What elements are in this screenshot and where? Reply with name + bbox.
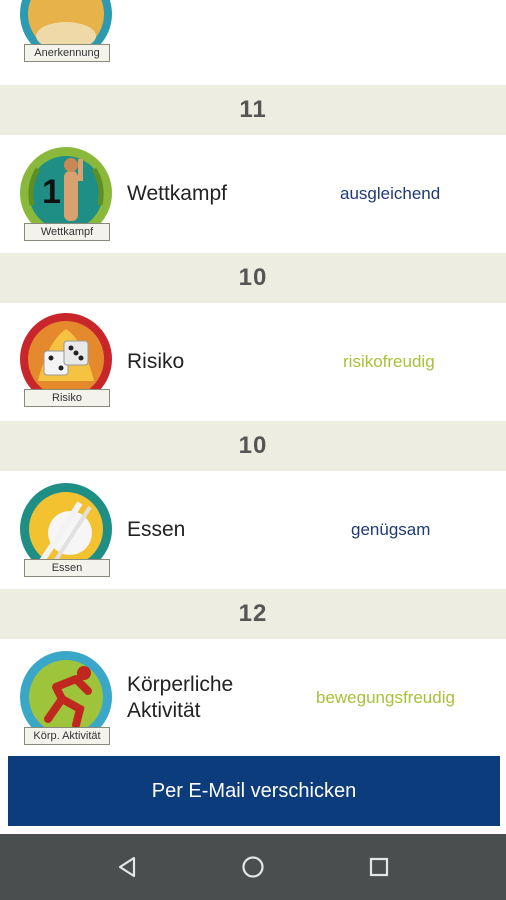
badge-anerkennung-icon: Anerkennung bbox=[18, 0, 114, 62]
badge-risiko-icon: Risiko bbox=[18, 311, 114, 407]
rating-value: bewegungsfreudig bbox=[316, 688, 455, 707]
list-item[interactable]: Körp. Aktivität Körperliche Aktivität be… bbox=[0, 639, 506, 757]
category-title: Körperliche Aktivität bbox=[127, 672, 233, 724]
category-title-line1: Körperliche bbox=[127, 673, 234, 696]
list-item[interactable]: 1 Wettkampf Wettkampf ausgleichend bbox=[0, 135, 506, 253]
category-title: Wettkampf bbox=[127, 182, 227, 205]
score-header: 11 bbox=[0, 85, 506, 135]
badge-label: Anerkennung bbox=[24, 44, 110, 62]
recents-icon[interactable] bbox=[364, 852, 394, 882]
category-title-line2: Aktivität bbox=[127, 699, 201, 722]
list-item[interactable]: Essen Essen genügsam bbox=[0, 471, 506, 589]
rating-value: ausgleichend bbox=[340, 184, 441, 203]
badge-label: Wettkampf bbox=[24, 223, 110, 241]
score-header: 12 bbox=[0, 589, 506, 639]
badge-wettkampf-icon: 1 Wettkampf bbox=[18, 145, 114, 241]
results-list: Anerkennung 11 1 Wettkampf Wettkampf aus… bbox=[0, 0, 506, 834]
badge-koerperliche-aktivitaet-icon: Körp. Aktivität bbox=[18, 649, 114, 745]
svg-text:1: 1 bbox=[42, 173, 61, 211]
score-header: 10 bbox=[0, 253, 506, 303]
category-title: Risiko bbox=[127, 350, 185, 373]
system-navbar bbox=[0, 834, 506, 900]
badge-label: Körp. Aktivität bbox=[24, 727, 110, 745]
badge-label: Essen bbox=[24, 559, 110, 577]
back-icon[interactable] bbox=[112, 852, 142, 882]
score-header: 10 bbox=[0, 421, 506, 471]
rating-value: genügsam bbox=[351, 520, 431, 539]
category-title: Essen bbox=[127, 518, 186, 541]
badge-label: Risiko bbox=[24, 389, 110, 407]
badge-essen-icon: Essen bbox=[18, 481, 114, 577]
score-value: 12 bbox=[238, 600, 268, 627]
home-icon[interactable] bbox=[238, 852, 268, 882]
send-email-button[interactable]: Per E-Mail verschicken bbox=[8, 756, 500, 826]
list-item: Anerkennung bbox=[0, 0, 506, 84]
list-item[interactable]: Risiko Risiko risikofreudig bbox=[0, 303, 506, 421]
score-value: 10 bbox=[238, 432, 268, 459]
score-value: 10 bbox=[238, 264, 268, 291]
rating-value: risikofreudig bbox=[343, 352, 435, 371]
score-value: 11 bbox=[239, 96, 267, 123]
